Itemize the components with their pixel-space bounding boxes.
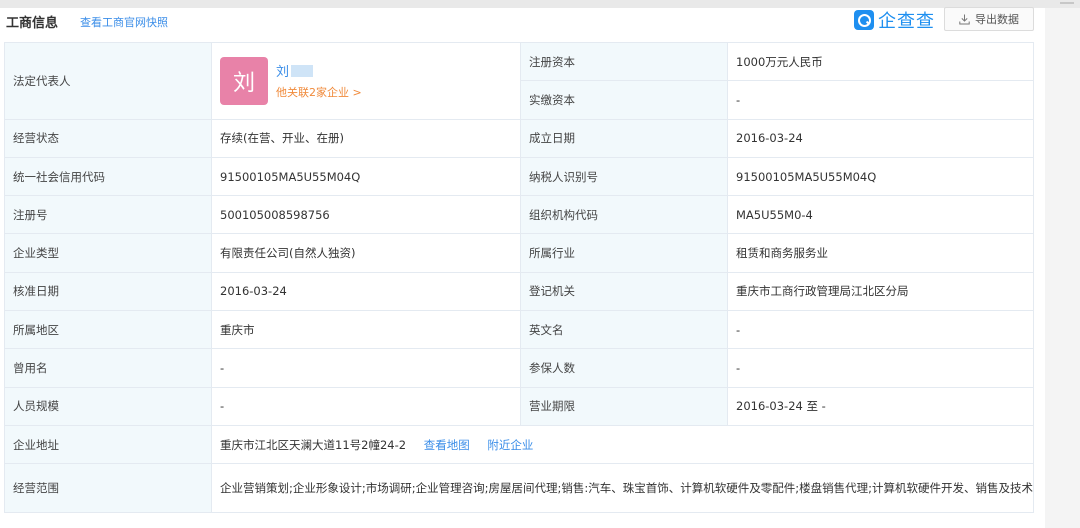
taxpayer-id-label: 纳税人识别号 [520, 156, 728, 197]
org-code-label: 组织机构代码 [520, 195, 728, 235]
section-title: 工商信息 [6, 16, 59, 31]
name-redaction [291, 64, 314, 77]
founded-value: 2016-03-24 [727, 118, 1034, 158]
english-name-value: - [727, 310, 1034, 350]
table-row: 统一社会信用代码 91500105MA5U55M04Q 纳税人识别号 91500… [4, 156, 1034, 197]
region-label: 所属地区 [4, 310, 212, 350]
insured-label: 参保人数 [520, 348, 728, 388]
table-row: 经营状态 存续(在营、开业、在册) 成立日期 2016-03-24 [4, 118, 1034, 158]
table-row: 企业地址 重庆市江北区天澜大道11号2幢24-2 查看地图 附近企业 [4, 424, 1034, 465]
table-row: 企业类型 有限责任公司(自然人独资) 所属行业 租赁和商务服务业 [4, 233, 1034, 273]
right-gutter [1045, 2, 1080, 528]
english-name-label: 英文名 [520, 310, 728, 350]
legal-rep-name-link[interactable]: 刘 [276, 61, 362, 80]
legal-rep-cell: 刘 刘 他关联2家企业 > [211, 42, 521, 120]
authority-label: 登记机关 [520, 271, 728, 312]
insured-value: - [727, 348, 1034, 388]
org-code-value: MA5U55M0-4 [727, 195, 1034, 235]
table-row: 法定代表人 刘 刘 他关联2家企业 > 注册资本 1000万元人民币 [4, 41, 1034, 120]
export-label: 导出数据 [975, 13, 1019, 26]
approval-date-label: 核准日期 [4, 271, 212, 312]
table-row: 经营范围 企业营销策划;企业形象设计;市场调研;企业管理咨询;房屋居间代理;销售… [4, 463, 1034, 514]
company-type-label: 企业类型 [4, 233, 212, 273]
reg-capital-label: 注册资本 [520, 41, 728, 82]
business-info-panel: 工商信息 查看工商官网快照 企查查 导出数据 法定代表人 刘 刘 他关联2家企业… [0, 7, 1045, 528]
term-value: 2016-03-24 至 - [727, 386, 1034, 426]
scope-label: 经营范围 [4, 463, 212, 514]
reg-no-label: 注册号 [4, 195, 212, 235]
paid-capital-value: - [727, 80, 1034, 120]
table-row: 核准日期 2016-03-24 登记机关 重庆市工商行政管理局江北区分局 [4, 271, 1034, 312]
approval-date-value: 2016-03-24 [211, 271, 521, 312]
download-icon [959, 14, 970, 24]
export-data-button[interactable]: 导出数据 [944, 7, 1034, 31]
address-value: 重庆市江北区天澜大道11号2幢24-2 [220, 437, 407, 452]
brand-logo: 企查查 [854, 8, 935, 32]
table-row: 注册号 500105008598756 组织机构代码 MA5U55M0-4 [4, 195, 1034, 235]
gutter-mark [1060, 2, 1074, 4]
staff-size-value: - [211, 386, 521, 426]
industry-label: 所属行业 [520, 233, 728, 273]
brand-name: 企查查 [878, 11, 935, 32]
former-name-value: - [211, 348, 521, 388]
nearby-companies-link[interactable]: 附近企业 [487, 438, 533, 452]
taxpayer-id-value: 91500105MA5U55M04Q [727, 156, 1034, 197]
region-value: 重庆市 [211, 310, 521, 350]
status-label: 经营状态 [4, 118, 212, 158]
legal-rep-label: 法定代表人 [4, 42, 212, 120]
table-row: 曾用名 - 参保人数 - [4, 348, 1034, 388]
former-name-label: 曾用名 [4, 348, 212, 388]
address-label: 企业地址 [4, 424, 212, 465]
industry-value: 租赁和商务服务业 [727, 233, 1034, 273]
avatar: 刘 [220, 56, 268, 105]
legal-rep-name: 刘 [276, 65, 290, 81]
reg-no-value: 500105008598756 [211, 195, 521, 235]
view-map-link[interactable]: 查看地图 [424, 438, 470, 452]
founded-label: 成立日期 [520, 118, 728, 158]
qichacha-logo-icon [854, 10, 874, 30]
business-info-table: 法定代表人 刘 刘 他关联2家企业 > 注册资本 1000万元人民币 实缴资本 [4, 41, 1034, 514]
snapshot-link[interactable]: 查看工商官网快照 [80, 14, 168, 30]
company-type-value: 有限责任公司(自然人独资) [211, 233, 521, 273]
authority-value: 重庆市工商行政管理局江北区分局 [727, 271, 1034, 312]
credit-code-value: 91500105MA5U55M04Q [211, 156, 521, 197]
table-row: 人员规模 - 营业期限 2016-03-24 至 - [4, 386, 1034, 426]
status-value: 存续(在营、开业、在册) [211, 118, 521, 158]
related-companies-link[interactable]: 他关联2家企业 > [276, 84, 362, 100]
table-row: 所属地区 重庆市 英文名 - [4, 310, 1034, 350]
scope-value: 企业营销策划;企业形象设计;市场调研;企业管理咨询;房屋居间代理;销售:汽车、珠… [211, 463, 1034, 514]
section-header: 工商信息 查看工商官网快照 企查查 导出数据 [0, 7, 1045, 42]
reg-capital-value: 1000万元人民币 [727, 41, 1034, 82]
term-label: 营业期限 [520, 386, 728, 426]
address-cell: 重庆市江北区天澜大道11号2幢24-2 查看地图 附近企业 [211, 424, 1034, 465]
staff-size-label: 人员规模 [4, 386, 212, 426]
credit-code-label: 统一社会信用代码 [4, 156, 212, 197]
paid-capital-label: 实缴资本 [520, 80, 728, 120]
